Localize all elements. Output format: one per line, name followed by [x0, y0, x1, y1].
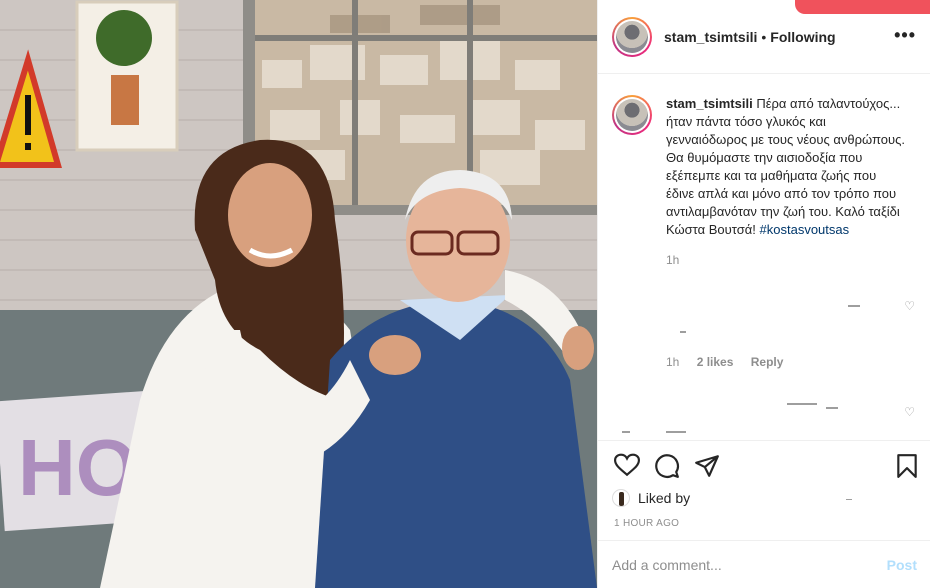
- header-username[interactable]: stam_tsimtsili: [664, 29, 757, 45]
- comment-like-heart-icon[interactable]: ♡: [904, 405, 915, 419]
- liker-avatar[interactable]: [612, 489, 630, 507]
- post-photo[interactable]: HO: [0, 0, 597, 588]
- paper-plane-icon[interactable]: [694, 453, 720, 479]
- redacted-text: [787, 403, 817, 405]
- photo-illustration: HO: [0, 0, 597, 588]
- comment-meta: 1h 2 likes Reply: [666, 355, 797, 369]
- redacted-text: [622, 431, 630, 433]
- action-bar: [598, 440, 930, 488]
- redacted-text: [666, 431, 686, 433]
- caption-body: Πέρα από ταλαντούχος... ήταν πάντα τόσο …: [666, 96, 906, 237]
- comment-likes[interactable]: 2 likes: [697, 355, 734, 369]
- comment-input[interactable]: [612, 556, 887, 573]
- post-side-panel: stam_tsimtsili • Following ••• stam_tsim…: [597, 0, 930, 588]
- caption-text: stam_tsimtsili Πέρα από ταλαντούχος... ή…: [666, 95, 906, 239]
- comment-item: ♡: [612, 377, 917, 440]
- post-button[interactable]: Post: [887, 557, 917, 573]
- redacted-text: [680, 331, 686, 333]
- liked-by-label[interactable]: Liked by: [638, 490, 690, 506]
- header-separator: •: [761, 28, 767, 45]
- more-horizontal-icon[interactable]: •••: [894, 26, 916, 44]
- add-comment-bar: Post: [598, 540, 930, 588]
- comments-section[interactable]: stam_tsimtsili Πέρα από ταλαντούχος... ή…: [598, 75, 930, 440]
- comment-item: ♡ 1h 2 likes Reply: [612, 281, 917, 371]
- likes-row: Liked by: [612, 488, 917, 508]
- caption-hashtag[interactable]: #kostasvoutsas: [760, 222, 850, 237]
- comment-reply-button[interactable]: Reply: [751, 355, 784, 369]
- following-button[interactable]: Following: [770, 29, 835, 45]
- caption-username[interactable]: stam_tsimtsili: [666, 96, 753, 111]
- comment-icon[interactable]: [654, 453, 680, 479]
- instagram-post-modal: HO stam_tsimtsili • Following ••• stam_t…: [0, 0, 930, 588]
- redacted-text: [846, 499, 852, 500]
- post-timestamp[interactable]: 1 HOUR AGO: [614, 518, 679, 529]
- caption-time[interactable]: 1h: [666, 253, 917, 267]
- comment-like-heart-icon[interactable]: ♡: [904, 299, 915, 313]
- bookmark-icon[interactable]: [895, 453, 919, 479]
- redacted-text: [848, 305, 860, 307]
- header-avatar[interactable]: [612, 16, 652, 57]
- caption: stam_tsimtsili Πέρα από ταλαντούχος... ή…: [612, 75, 917, 239]
- post-header: stam_tsimtsili • Following •••: [598, 0, 930, 74]
- comment-time[interactable]: 1h: [666, 355, 679, 369]
- redacted-text: [826, 407, 838, 409]
- heart-icon[interactable]: [614, 453, 640, 477]
- caption-avatar[interactable]: [612, 95, 652, 135]
